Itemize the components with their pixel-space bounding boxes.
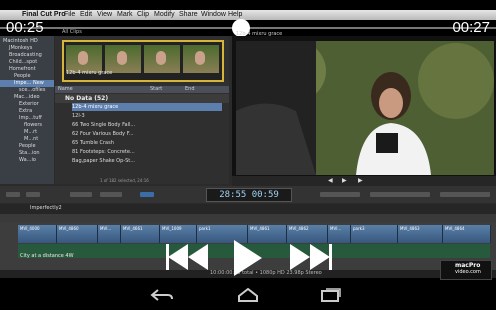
list-item[interactable]: 12l-3 bbox=[72, 112, 85, 120]
timeline-clip[interactable]: park3 bbox=[351, 225, 398, 243]
sidebar-item[interactable]: sce...ofiles bbox=[19, 87, 45, 94]
menu-bar: Final Cut Pro File Edit View Mark Clip M… bbox=[0, 10, 496, 20]
viewer-video-frame bbox=[236, 41, 494, 175]
sidebar-item[interactable]: People bbox=[14, 73, 31, 80]
back-icon[interactable] bbox=[150, 288, 174, 302]
event-library-sidebar: Macintosh HD JMonkeys Broadcasting Child… bbox=[0, 36, 54, 184]
clip-label: MVI_1009 bbox=[162, 226, 182, 231]
column-start[interactable]: Start bbox=[150, 86, 162, 93]
toolbar-button[interactable] bbox=[70, 192, 92, 197]
viewer-play-icon[interactable]: ▶ bbox=[342, 177, 347, 184]
viewer-rewind-icon[interactable]: ◀ bbox=[328, 177, 333, 184]
video-scene-image bbox=[236, 41, 494, 175]
column-name[interactable]: Name bbox=[58, 86, 73, 93]
timecode-display[interactable]: 28:55 00:59 bbox=[206, 188, 292, 202]
list-item[interactable]: 65 Tumble Crash bbox=[72, 139, 114, 147]
sidebar-item[interactable]: M...nt bbox=[24, 136, 38, 143]
menu-window[interactable]: Window bbox=[201, 10, 226, 20]
viewer-title: 12b-4 mixru grace bbox=[236, 31, 283, 37]
viewer-controls: ▶ ◀ ▶ bbox=[232, 176, 496, 186]
timeline-clip[interactable]: MVI_1009 bbox=[160, 225, 197, 243]
recent-apps-icon[interactable] bbox=[320, 288, 342, 302]
sidebar-item[interactable]: M...rt bbox=[24, 129, 37, 136]
list-header: Name Start End bbox=[55, 86, 229, 93]
list-item-selected[interactable]: 12b-4 mixru grace bbox=[72, 103, 222, 111]
audio-clip-label: City at a distance 4W bbox=[20, 253, 74, 259]
menu-view[interactable]: View bbox=[97, 10, 112, 20]
menu-mark[interactable]: Mark bbox=[117, 10, 133, 20]
select-tool-button[interactable] bbox=[140, 192, 154, 197]
sidebar-item[interactable]: Macintosh HD bbox=[3, 38, 38, 45]
timeline-clip[interactable]: MVI_4864 bbox=[443, 225, 491, 243]
toolbar-button[interactable] bbox=[440, 192, 490, 197]
sidebar-item[interactable]: Mac...ideo bbox=[14, 94, 40, 101]
sidebar-item[interactable]: People bbox=[19, 143, 36, 150]
timeline-clip[interactable]: MVI_4000 bbox=[18, 225, 57, 243]
list-item[interactable]: 81 Footsteps: Concrete... bbox=[72, 148, 135, 156]
timeline-clip[interactable]: MVI_4863 bbox=[398, 225, 443, 243]
clip-label: park3 bbox=[353, 226, 365, 231]
group-label: No Data (52) bbox=[65, 95, 109, 102]
timeline-clip[interactable]: MVI... bbox=[328, 225, 351, 243]
clip-label: park1 bbox=[199, 226, 211, 231]
menu-modify[interactable]: Modify bbox=[154, 10, 175, 20]
project-name: Imperfectly2 bbox=[30, 205, 62, 211]
clip-label: MVI... bbox=[330, 226, 342, 231]
toolbar-button[interactable] bbox=[6, 192, 20, 197]
list-item[interactable]: 62 Four Various Body F... bbox=[72, 130, 134, 138]
logo-line1: macPro bbox=[455, 262, 481, 269]
clip-label: MVI... bbox=[100, 226, 112, 231]
timeline-clip[interactable]: MVI_4860 bbox=[57, 225, 98, 243]
clip-label: MVI_4860 bbox=[59, 226, 79, 231]
browser-header: All Clips bbox=[62, 29, 82, 35]
time-remaining: 00:27 bbox=[452, 19, 490, 36]
selection-status: 1 of 182 selected, 24:16 bbox=[100, 178, 149, 183]
sidebar-item[interactable]: Child...spot bbox=[9, 59, 37, 66]
sidebar-item[interactable]: flowers bbox=[24, 122, 42, 129]
menu-edit[interactable]: Edit bbox=[80, 10, 92, 20]
logo-line2: video.com bbox=[455, 269, 481, 275]
rewind-icon[interactable] bbox=[166, 242, 210, 272]
timeline-clip[interactable]: MVI_4862 bbox=[287, 225, 328, 243]
clip-label: MVI_4862 bbox=[289, 226, 309, 231]
viewer-forward-icon[interactable]: ▶ bbox=[358, 177, 363, 184]
play-icon[interactable] bbox=[232, 238, 264, 278]
menu-file[interactable]: File bbox=[64, 10, 75, 20]
timeline-ruler[interactable] bbox=[0, 214, 496, 222]
toolbar-button[interactable] bbox=[100, 192, 122, 197]
group-row[interactable]: No Data (52) bbox=[55, 94, 229, 103]
menu-share[interactable]: Share bbox=[179, 10, 198, 20]
sidebar-item[interactable]: Imp...tuff bbox=[19, 115, 42, 122]
clip-label: MVI_4661 bbox=[123, 226, 143, 231]
sidebar-item[interactable]: Extra bbox=[19, 108, 32, 115]
column-end[interactable]: End bbox=[185, 86, 195, 93]
system-nav-bar bbox=[0, 280, 496, 310]
fast-forward-icon[interactable] bbox=[288, 242, 332, 272]
clip-label: MVI_4863 bbox=[400, 226, 420, 231]
list-item[interactable]: 66 Two Single Body Fall... bbox=[72, 121, 135, 129]
toolbar-button[interactable] bbox=[320, 192, 360, 197]
sidebar-item[interactable]: JMonkeys bbox=[9, 45, 32, 52]
clip-label: MVI_4864 bbox=[445, 226, 465, 231]
filmstrip-label: 12b-4 mixru grace bbox=[66, 70, 113, 76]
menu-clip[interactable]: Clip bbox=[137, 10, 149, 20]
clip-label: MVI_4861 bbox=[250, 226, 270, 231]
sidebar-item-selected[interactable]: Impe... New bbox=[0, 80, 54, 87]
timeline-header bbox=[0, 204, 496, 214]
sidebar-item[interactable]: Homefront bbox=[9, 66, 36, 73]
time-elapsed: 00:25 bbox=[6, 19, 44, 36]
sidebar-item[interactable]: Exterior bbox=[19, 101, 39, 108]
sidebar-item[interactable]: Sta...ion bbox=[19, 150, 40, 157]
logo-text: macPro video.com bbox=[455, 262, 481, 276]
list-item[interactable]: Bag,paper Shake Op-St... bbox=[72, 157, 135, 165]
sidebar-item[interactable]: Broadcasting bbox=[9, 52, 42, 59]
timeline-clip[interactable]: MVI_4661 bbox=[121, 225, 160, 243]
home-icon[interactable] bbox=[236, 287, 260, 303]
toolbar-button[interactable] bbox=[26, 192, 40, 197]
toolbar-button[interactable] bbox=[370, 192, 430, 197]
timeline-clip[interactable]: MVI... bbox=[98, 225, 121, 243]
clip-label: MVI_4000 bbox=[20, 226, 40, 231]
sidebar-item[interactable]: Wa...io bbox=[19, 157, 36, 164]
